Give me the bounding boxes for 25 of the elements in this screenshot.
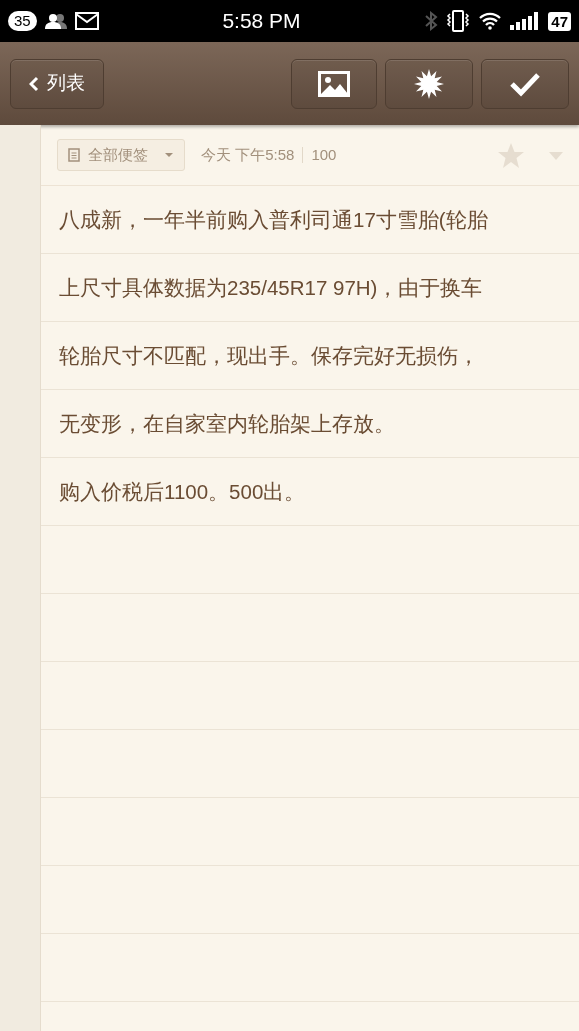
mail-icon — [74, 12, 99, 30]
note-text-line: 无变形，在自家室内轮胎架上存放。 — [59, 412, 395, 435]
clock: 5:58 PM — [222, 9, 301, 33]
note-icon — [68, 148, 80, 162]
signal-icon — [510, 12, 541, 30]
note-text-line: 购入价税后1100。500出。 — [59, 480, 306, 503]
save-button[interactable] — [481, 58, 569, 109]
note-text-line: 轮胎尺寸不匹配，现出手。保存完好无损伤， — [59, 344, 479, 367]
star-icon[interactable] — [497, 141, 525, 169]
back-button[interactable]: 列表 — [10, 58, 104, 109]
notification-count: 35 — [8, 11, 37, 31]
chevron-left-icon — [29, 75, 39, 92]
image-icon — [318, 70, 350, 97]
insert-image-button[interactable] — [291, 58, 377, 109]
note-text-line: 上尺寸具体数据为235/45R17 97H)，由于换车 — [59, 276, 483, 299]
note-date: 今天 下午5:58 — [201, 144, 295, 165]
note-text-line: 八成新，一年半前购入普利司通17寸雪胎(轮胎 — [59, 208, 488, 231]
wifi-icon — [478, 12, 503, 30]
caret-icon — [164, 152, 174, 158]
contacts-icon — [44, 13, 67, 29]
bluetooth-icon — [424, 11, 439, 31]
theme-button[interactable] — [385, 58, 473, 109]
battery-level: 47 — [548, 11, 571, 31]
word-count: 100 — [311, 144, 337, 165]
vibrate-icon — [446, 10, 471, 32]
